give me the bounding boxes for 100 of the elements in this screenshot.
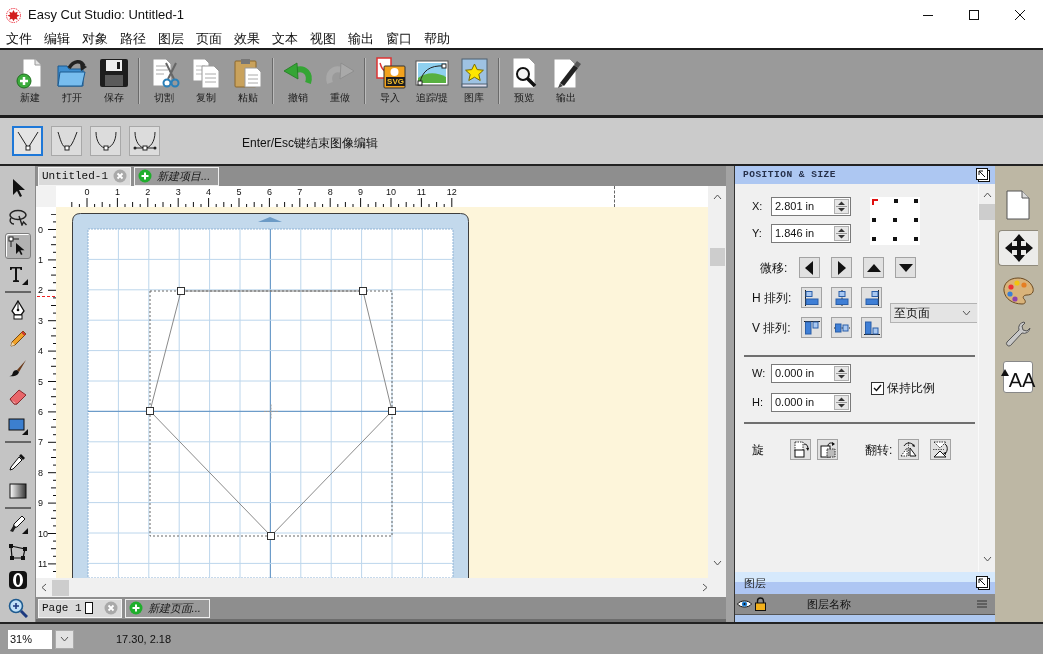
- new-project-tab[interactable]: 新建项目...: [134, 166, 220, 186]
- panel-header: POSITION & SIZE: [735, 166, 995, 184]
- menu-item[interactable]: 页面: [191, 30, 229, 48]
- nudge-down-button[interactable]: [895, 257, 916, 278]
- menu-item[interactable]: 文本: [267, 30, 305, 48]
- triangle-right-icon: [837, 260, 846, 275]
- toolbar-button[interactable]: 切割: [144, 50, 184, 114]
- vertical-scrollbar[interactable]: [708, 186, 726, 578]
- flip-vertical-icon: [932, 441, 949, 458]
- menu-item[interactable]: 编辑: [39, 30, 77, 48]
- align-left-icon: [803, 289, 820, 306]
- document-tab[interactable]: Untitled-1: [38, 166, 131, 186]
- page-tab[interactable]: Page 1: [38, 598, 122, 618]
- node-type-button[interactable]: [90, 126, 121, 156]
- width-input[interactable]: 0.000 in: [771, 364, 851, 383]
- menu-icon: [977, 600, 987, 608]
- nudge-label: 微移:: [759, 259, 789, 277]
- align-label: V 排列:: [752, 319, 792, 337]
- chevron-left-icon: [41, 583, 47, 592]
- menu-item[interactable]: 输出: [343, 30, 381, 48]
- x-input[interactable]: 2.801 in: [771, 197, 851, 216]
- ruler-label: 4: [38, 346, 43, 357]
- menu-item[interactable]: 图层: [153, 30, 191, 48]
- node-handle[interactable]: [177, 287, 185, 295]
- ruler-label: 2: [145, 187, 151, 197]
- landscape-curve-icon: [415, 57, 449, 89]
- ruler-label: 7: [38, 437, 43, 448]
- node-type-button[interactable]: [51, 126, 82, 156]
- toolbar-button[interactable]: 撤销: [278, 50, 318, 114]
- node-handle[interactable]: [146, 407, 154, 415]
- scrollbar-thumb[interactable]: [979, 204, 995, 220]
- align-top-button[interactable]: [801, 317, 822, 338]
- toolbar-button[interactable]: 粘贴: [228, 50, 268, 114]
- new-page-tab[interactable]: 新建页面...: [124, 598, 210, 618]
- menu-item[interactable]: 视图: [305, 30, 343, 48]
- toolbar-button[interactable]: 图库: [454, 50, 494, 114]
- menu-item[interactable]: 帮助: [419, 30, 457, 48]
- toolbar-button[interactable]: 打开: [52, 50, 92, 114]
- menu-item[interactable]: 效果: [229, 30, 267, 48]
- toolbar-button[interactable]: 新建: [10, 50, 50, 114]
- toolbar-button[interactable]: 输出: [546, 50, 586, 114]
- align-right-button[interactable]: [861, 287, 882, 308]
- field-label: H:: [752, 395, 764, 411]
- ruler-label: 0: [38, 224, 43, 235]
- plus-icon: [128, 601, 143, 615]
- nudge-left-button[interactable]: [799, 257, 820, 278]
- nudge-right-button[interactable]: [831, 257, 852, 278]
- flip-horizontal-button[interactable]: [898, 439, 919, 460]
- horizontal-scrollbar[interactable]: [36, 578, 726, 597]
- wrench-icon: [1004, 320, 1032, 348]
- tool-button[interactable]: [4, 232, 31, 259]
- cursor-marker: [37, 296, 55, 297]
- toolbar-button[interactable]: 保存: [94, 50, 134, 114]
- ruler-label: 3: [38, 315, 43, 326]
- selected-anchor-icon[interactable]: [872, 199, 878, 205]
- align-left-button[interactable]: [801, 287, 822, 308]
- layer-row[interactable]: [735, 614, 995, 622]
- height-input[interactable]: 0.000 in: [771, 393, 851, 412]
- corner-node-icon: [15, 130, 40, 152]
- menu-item[interactable]: 对象: [77, 30, 115, 48]
- zoom-input[interactable]: 31%: [8, 629, 52, 649]
- toolbar-button[interactable]: 追踪/提: [412, 50, 452, 114]
- scrollbar-thumb[interactable]: [709, 248, 725, 266]
- toolbar-button[interactable]: SVG 导入: [370, 50, 410, 114]
- node-type-button[interactable]: [129, 126, 160, 156]
- node-type-button[interactable]: [12, 126, 43, 156]
- ruler-label: 5: [38, 376, 43, 387]
- node-handle[interactable]: [267, 532, 275, 540]
- align-target-dropdown[interactable]: 至页面: [890, 302, 977, 323]
- node-handle[interactable]: [359, 287, 367, 295]
- menu-item[interactable]: 文件: [1, 30, 39, 48]
- scrollbar-thumb[interactable]: [52, 579, 69, 596]
- toolbar-button[interactable]: 复制: [186, 50, 226, 114]
- align-bottom-icon: [863, 319, 880, 336]
- palette-icon: [1002, 276, 1034, 306]
- node-handle[interactable]: [388, 407, 396, 415]
- text-tool-icon: [7, 264, 28, 285]
- align-center-button[interactable]: [831, 287, 852, 308]
- triangle-left-icon: [805, 260, 814, 275]
- align-right-icon: [863, 289, 880, 306]
- align-bottom-button[interactable]: [861, 317, 882, 338]
- align-middle-button[interactable]: [831, 317, 852, 338]
- symmetric-node-icon: [131, 130, 158, 152]
- app-logo-icon: [6, 7, 21, 23]
- menu-item[interactable]: 路径: [115, 30, 153, 48]
- side-tab[interactable]: [998, 230, 1038, 266]
- polygon-nodes-icon: [7, 543, 28, 561]
- keep-ratio-checkbox[interactable]: [871, 381, 884, 395]
- cursor-coordinates: 17.30, 2.18: [116, 631, 172, 647]
- toolbar-button[interactable]: 预览: [504, 50, 544, 114]
- y-input[interactable]: 1.846 in: [771, 224, 851, 243]
- menu-item[interactable]: 窗口: [381, 30, 419, 48]
- align-center-icon: [833, 289, 850, 306]
- eyedropper-icon: [8, 451, 27, 472]
- flip-vertical-button[interactable]: [930, 439, 951, 460]
- nudge-up-button[interactable]: [863, 257, 884, 278]
- panel-scrollbar[interactable]: [978, 184, 995, 572]
- rotate-left-button[interactable]: [817, 439, 838, 460]
- rotate-right-button[interactable]: [790, 439, 811, 460]
- rotate-label: 旋: [752, 441, 765, 459]
